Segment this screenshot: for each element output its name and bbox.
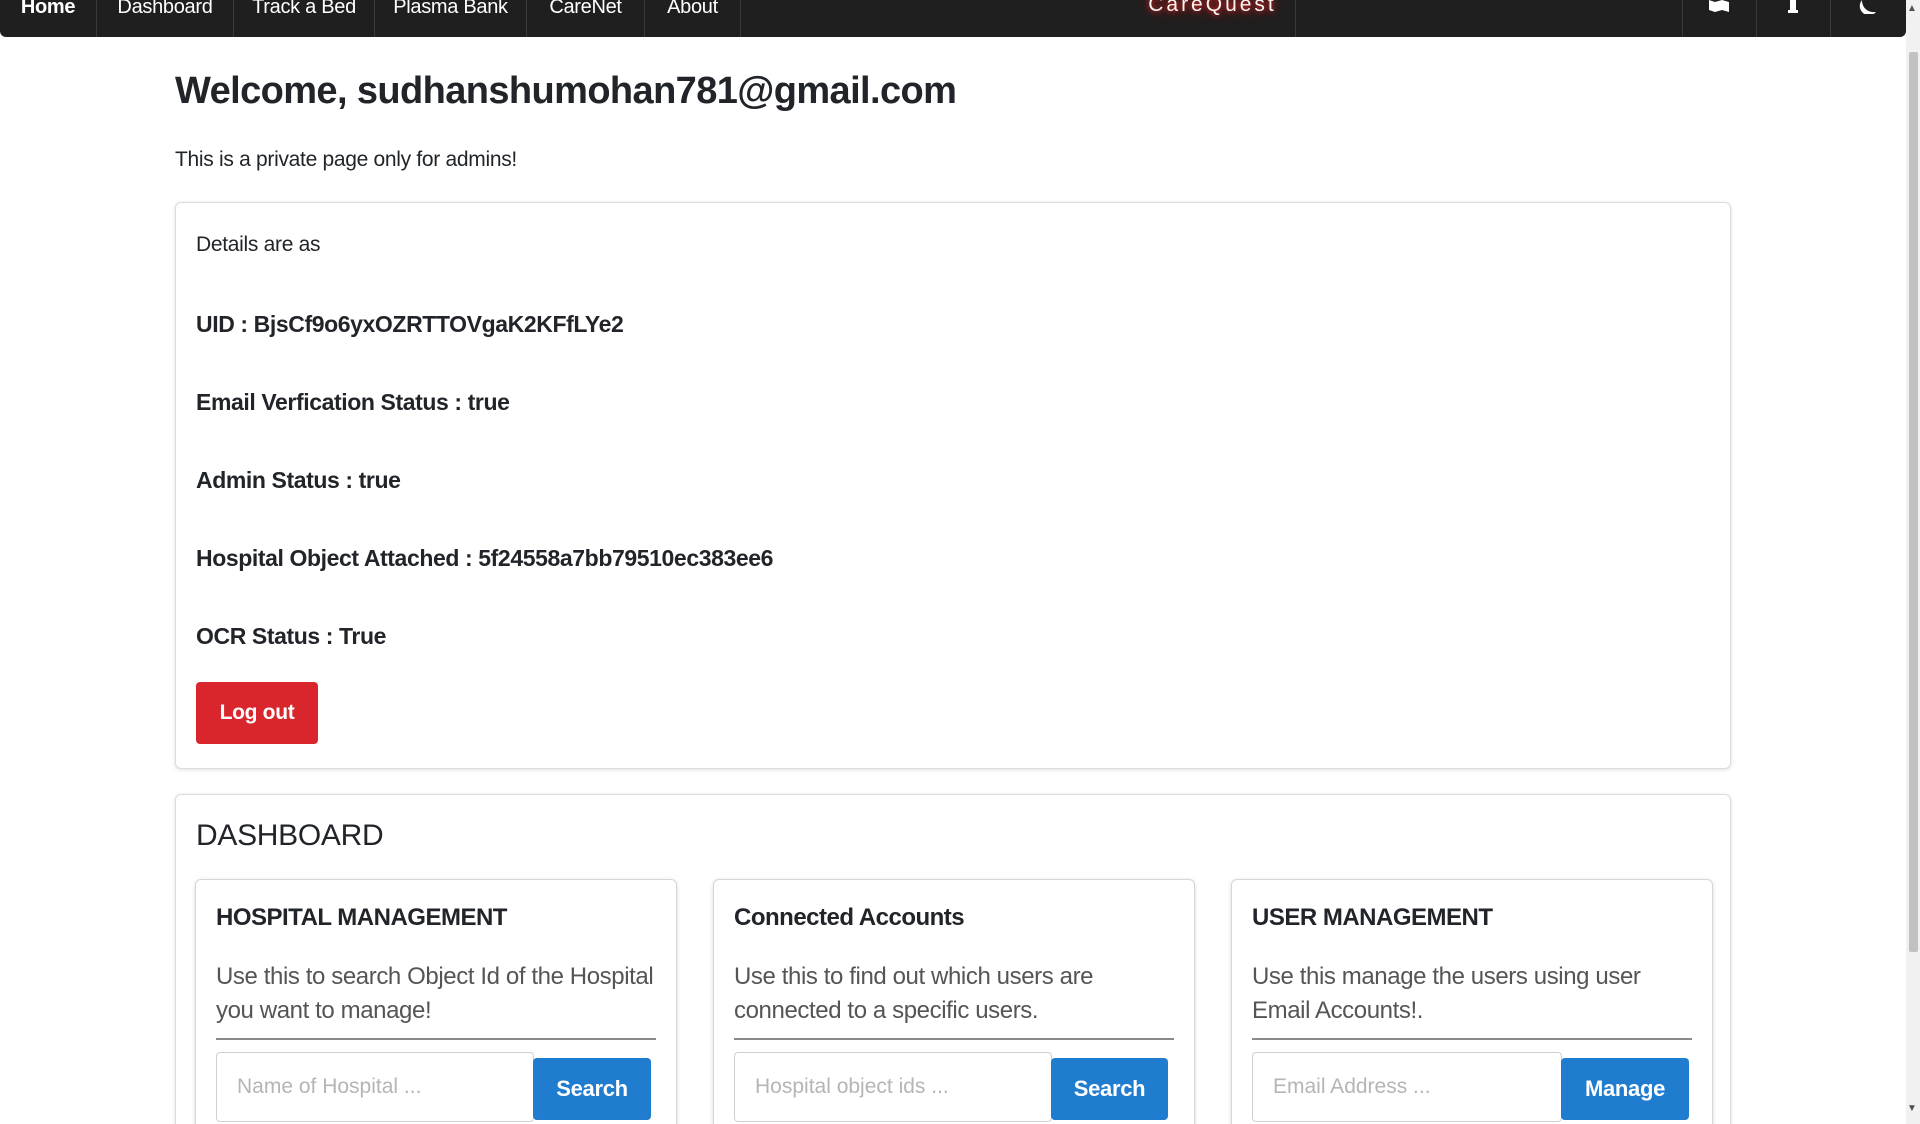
detail-admin-status: Admin Status : true <box>196 467 401 494</box>
detail-hospital-object: Hospital Object Attached : 5f24558a7bb79… <box>196 545 773 572</box>
details-intro: Details are as <box>196 233 321 256</box>
card-description: Use this to find out which users are con… <box>734 963 1094 1024</box>
dashboard-card: DASHBOARD HOSPITAL MANAGEMENT Use this t… <box>175 794 1731 1124</box>
detail-value: True <box>339 623 387 649</box>
moon-icon[interactable] <box>1830 0 1906 37</box>
card-title: Connected Accounts <box>734 904 965 931</box>
email-address-input[interactable] <box>1252 1052 1562 1122</box>
card-divider <box>216 1038 656 1040</box>
detail-value: true <box>358 467 401 493</box>
nav-carenet[interactable]: CareNet <box>527 0 644 37</box>
scroll-thumb[interactable] <box>1909 52 1918 952</box>
page: Home Dashboard Track a Bed Plasma Bank C… <box>0 0 1920 1124</box>
detail-label: OCR Status : <box>196 623 340 649</box>
detail-value: true <box>467 389 510 415</box>
card-title: USER MANAGEMENT <box>1252 904 1493 931</box>
detail-label: Email Verfication Status : <box>196 389 468 415</box>
detail-label: Hospital Object Attached : <box>196 545 479 571</box>
nav-about[interactable]: About <box>645 0 740 37</box>
card-divider <box>1252 1038 1692 1040</box>
user-management-card: USER MANAGEMENT Use this manage the user… <box>1231 879 1713 1124</box>
nav-home[interactable]: Home <box>0 0 96 37</box>
detail-ocr-status: OCR Status : True <box>196 623 386 650</box>
card-description: Use this manage the users using user Ema… <box>1252 963 1641 1024</box>
page-scrollbar[interactable]: ▲ ▼ <box>1906 0 1920 1124</box>
nav-track-a-bed[interactable]: Track a Bed <box>234 0 374 37</box>
detail-email-verification: Email Verfication Status : true <box>196 389 510 416</box>
card-divider <box>734 1038 1174 1040</box>
detail-uid: UID : BjsCf9o6yxOZRTTOVgaK2KFfLYe2 <box>196 311 624 338</box>
detail-label: UID : <box>196 311 254 337</box>
logout-button[interactable]: Log out <box>196 682 318 744</box>
card-title: HOSPITAL MANAGEMENT <box>216 904 507 931</box>
page-title: Welcome, sudhanshumohan781@gmail.com <box>175 70 957 112</box>
scroll-down-arrow-icon[interactable]: ▼ <box>1907 1104 1917 1114</box>
detail-value: 5f24558a7bb79510ec383ee6 <box>478 545 774 571</box>
hospital-object-ids-input[interactable] <box>734 1052 1052 1122</box>
page-subtitle: This is a private page only for admins! <box>175 148 517 171</box>
card-description: Use this to search Object Id of the Hosp… <box>216 963 654 1024</box>
hospital-search-button[interactable]: Search <box>533 1058 651 1120</box>
detail-label: Admin Status : <box>196 467 359 493</box>
nav-plasma-bank[interactable]: Plasma Bank <box>375 0 526 37</box>
hospital-name-input[interactable] <box>216 1052 534 1122</box>
brand-logo[interactable]: CareQuest <box>1130 0 1295 37</box>
info-icon[interactable] <box>1756 0 1830 37</box>
account-details-card: Details are as UID : BjsCf9o6yxOZRTTOVga… <box>175 202 1731 769</box>
connected-accounts-card: Connected Accounts Use this to find out … <box>713 879 1195 1124</box>
dashboard-title: DASHBOARD <box>196 819 384 852</box>
manage-users-button[interactable]: Manage <box>1561 1058 1689 1120</box>
hospital-management-card: HOSPITAL MANAGEMENT Use this to search O… <box>195 879 677 1124</box>
scroll-up-arrow-icon[interactable]: ▲ <box>1907 4 1917 14</box>
connected-accounts-search-button[interactable]: Search <box>1051 1058 1168 1120</box>
map-icon[interactable] <box>1682 0 1756 37</box>
top-navbar: Home Dashboard Track a Bed Plasma Bank C… <box>0 0 1906 37</box>
nav-divider <box>740 0 741 37</box>
nav-dashboard[interactable]: Dashboard <box>97 0 233 37</box>
detail-value: BjsCf9o6yxOZRTTOVgaK2KFfLYe2 <box>253 311 624 337</box>
nav-divider <box>1295 0 1296 37</box>
